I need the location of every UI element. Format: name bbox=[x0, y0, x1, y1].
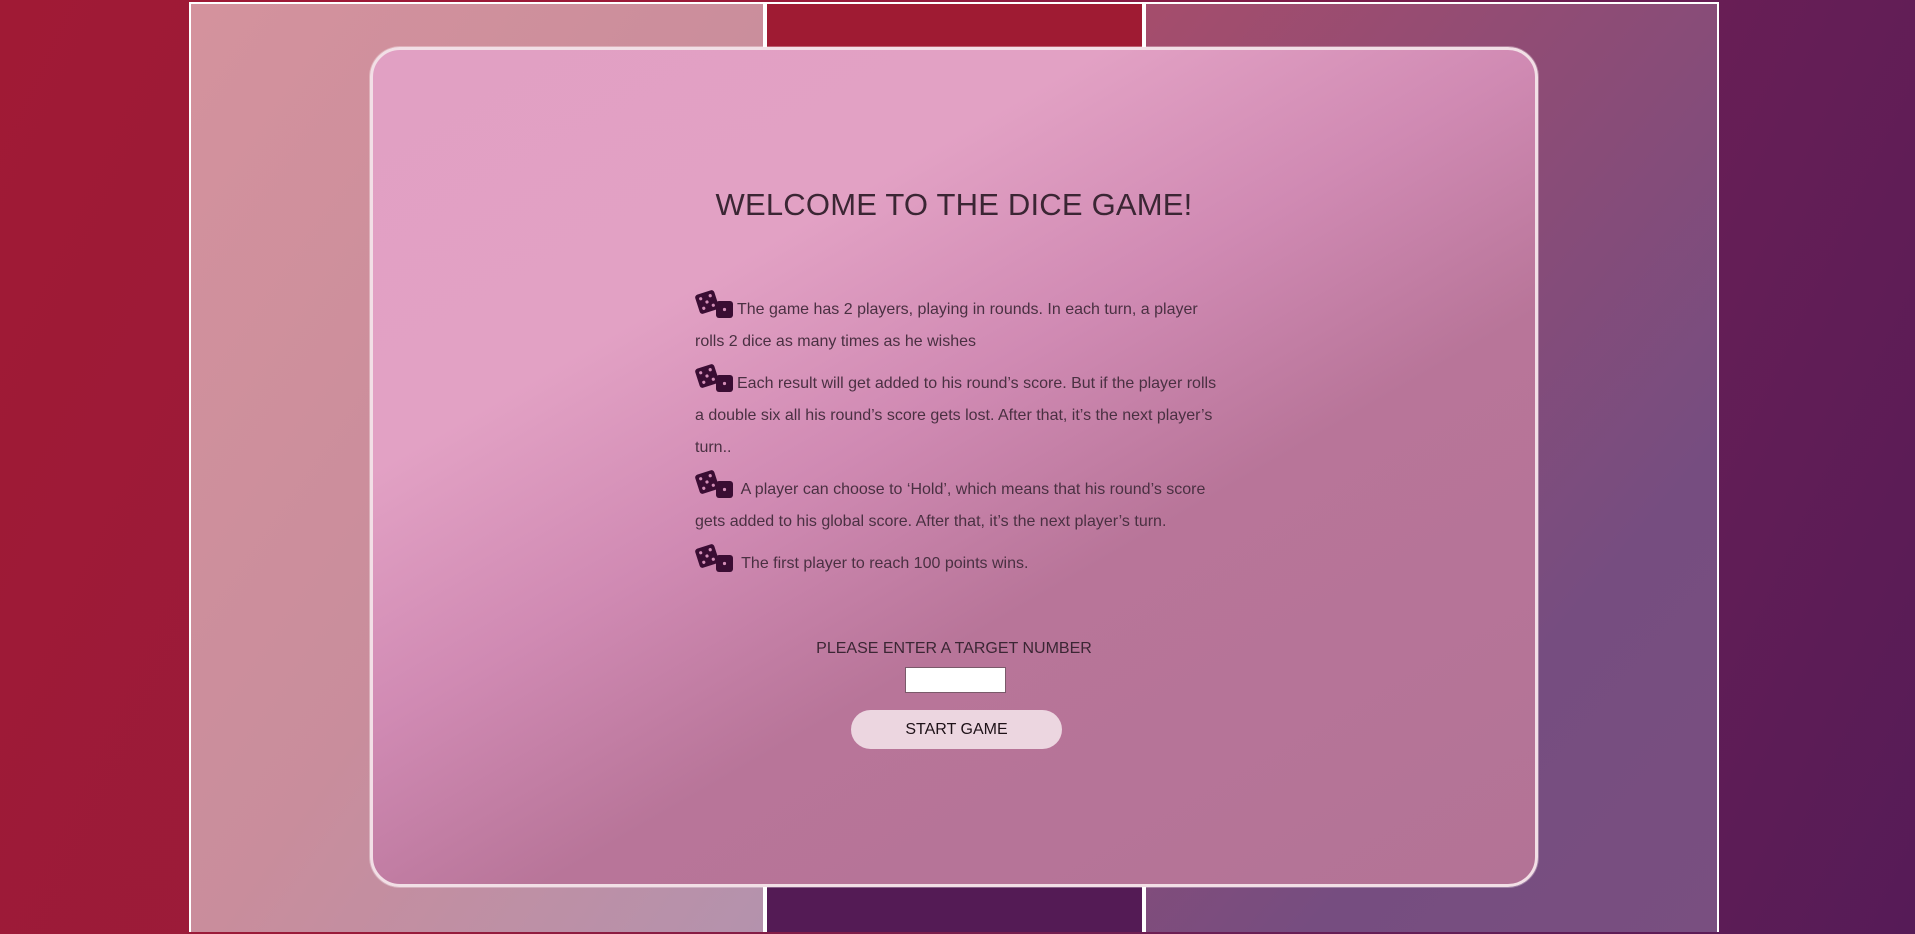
welcome-modal: WELCOME TO THE DICE GAME! The game has 2… bbox=[370, 47, 1538, 887]
page-title: WELCOME TO THE DICE GAME! bbox=[715, 187, 1193, 222]
rules-list: The game has 2 players, playing in round… bbox=[695, 290, 1223, 586]
target-number-label: PLEASE ENTER A TARGET NUMBER bbox=[816, 640, 1092, 657]
rule-item: The first player to reach 100 points win… bbox=[695, 544, 1223, 580]
start-game-button[interactable]: START GAME bbox=[851, 710, 1062, 749]
center-panel-bottom bbox=[767, 882, 1142, 932]
rule-text: The game has 2 players, playing in round… bbox=[695, 301, 1198, 350]
dice-icon bbox=[695, 470, 733, 498]
dice-icon bbox=[695, 544, 733, 572]
rule-item: Each result will get added to his round’… bbox=[695, 364, 1223, 464]
rule-text: The first player to reach 100 points win… bbox=[737, 555, 1029, 572]
dice-icon bbox=[695, 364, 733, 392]
rule-item: A player can choose to ‘Hold’, which mea… bbox=[695, 470, 1223, 538]
rule-text: Each result will get added to his round’… bbox=[695, 375, 1217, 456]
dice-icon bbox=[695, 290, 733, 318]
target-number-input[interactable] bbox=[905, 667, 1006, 693]
rule-text: A player can choose to ‘Hold’, which mea… bbox=[695, 481, 1206, 530]
rule-item: The game has 2 players, playing in round… bbox=[695, 290, 1223, 358]
